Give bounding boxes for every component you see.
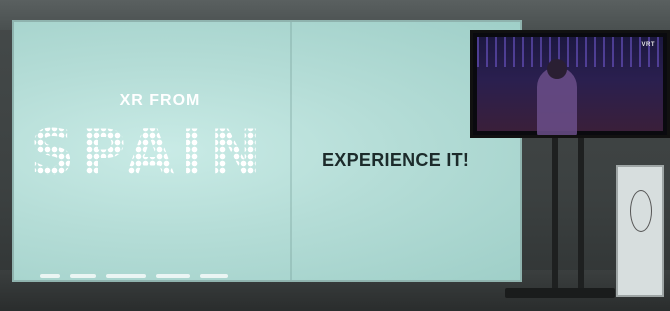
tv-ceiling-lights	[477, 37, 663, 67]
tv-stand-pole	[578, 138, 584, 288]
tagline: EXPERIENCE IT!	[322, 150, 470, 170]
sponsor-logo	[70, 274, 96, 278]
photo-scene: XR FROM SPAIN EXPERIENCE IT! VRT	[0, 0, 670, 311]
tv-stand-pole	[552, 138, 558, 288]
tv-screen: VRT	[477, 37, 663, 135]
sponsor-logos-row	[40, 270, 280, 282]
cable	[630, 190, 652, 232]
banner-seam	[290, 22, 292, 280]
sponsor-logo	[200, 274, 228, 278]
sponsor-logo	[156, 274, 190, 278]
sponsor-logo	[106, 274, 146, 278]
headline-large: SPAIN	[30, 118, 280, 188]
tv-person-head	[547, 59, 567, 79]
tv-stand-base	[505, 288, 615, 298]
tv-corner-label: VRT	[641, 42, 655, 48]
headline-small: XR FROM	[119, 92, 201, 109]
tv-monitor: VRT	[470, 30, 670, 138]
sponsor-logo	[40, 274, 60, 278]
